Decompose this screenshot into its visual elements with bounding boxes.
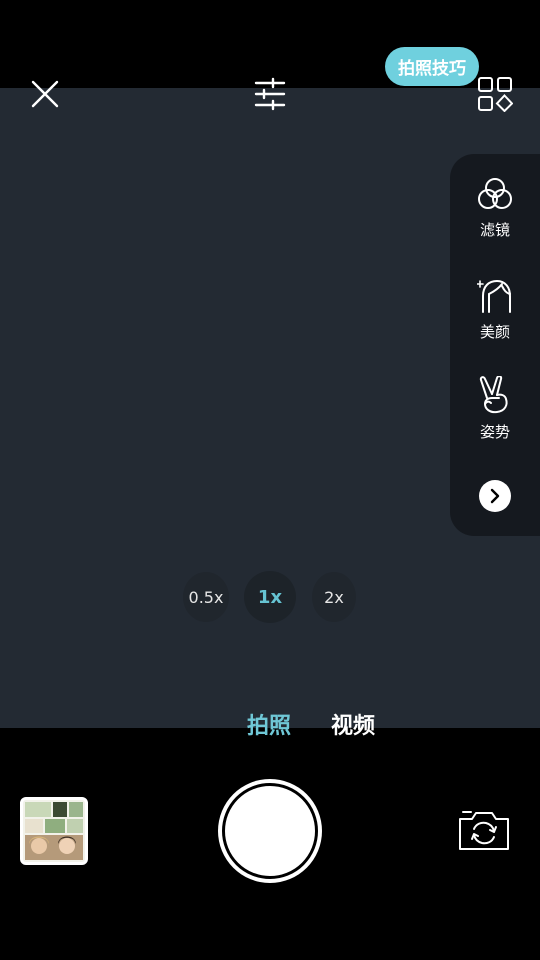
grid-icon bbox=[478, 77, 513, 112]
shutter-button[interactable] bbox=[218, 779, 322, 883]
zoom-0-5x-button[interactable]: 0.5x bbox=[183, 572, 229, 622]
gallery-preview-image bbox=[23, 800, 85, 862]
close-icon bbox=[31, 80, 59, 108]
layout-grid-button[interactable] bbox=[477, 76, 513, 112]
side-item-beauty[interactable]: 美颜 bbox=[450, 278, 540, 342]
switch-camera-button[interactable] bbox=[456, 808, 512, 854]
pose-hand-icon bbox=[479, 376, 508, 414]
side-item-label: 美颜 bbox=[479, 323, 510, 341]
more-effects-button[interactable] bbox=[479, 480, 511, 512]
beauty-face-icon bbox=[477, 279, 511, 313]
side-item-filter[interactable]: 滤镜 bbox=[450, 176, 540, 240]
side-item-label: 滤镜 bbox=[479, 221, 510, 239]
sliders-icon bbox=[254, 77, 286, 111]
zoom-label: 0.5x bbox=[188, 587, 224, 607]
mode-photo-tab[interactable]: 拍照 bbox=[247, 708, 291, 740]
gallery-thumbnail[interactable] bbox=[20, 797, 88, 865]
settings-button[interactable] bbox=[252, 76, 288, 112]
zoom-label: 1x bbox=[257, 586, 283, 608]
shutter-inner-ring bbox=[222, 783, 318, 879]
zoom-2x-button[interactable]: 2x bbox=[312, 572, 356, 622]
mode-video-tab[interactable]: 视频 bbox=[331, 708, 375, 740]
photo-tips-label: 拍照技巧 bbox=[398, 59, 466, 79]
side-item-label: 姿势 bbox=[479, 423, 510, 441]
switch-camera-icon bbox=[459, 811, 509, 850]
photo-tips-button[interactable]: 拍照技巧 bbox=[385, 47, 479, 86]
zoom-label: 2x bbox=[324, 587, 344, 607]
close-button[interactable] bbox=[28, 77, 62, 111]
side-item-pose[interactable]: 姿势 bbox=[450, 376, 540, 442]
filter-icon bbox=[478, 178, 512, 209]
effects-side-panel: 滤镜 美颜 姿势 bbox=[450, 154, 540, 536]
chevron-right-icon bbox=[490, 488, 500, 504]
zoom-1x-button[interactable]: 1x bbox=[244, 571, 296, 623]
